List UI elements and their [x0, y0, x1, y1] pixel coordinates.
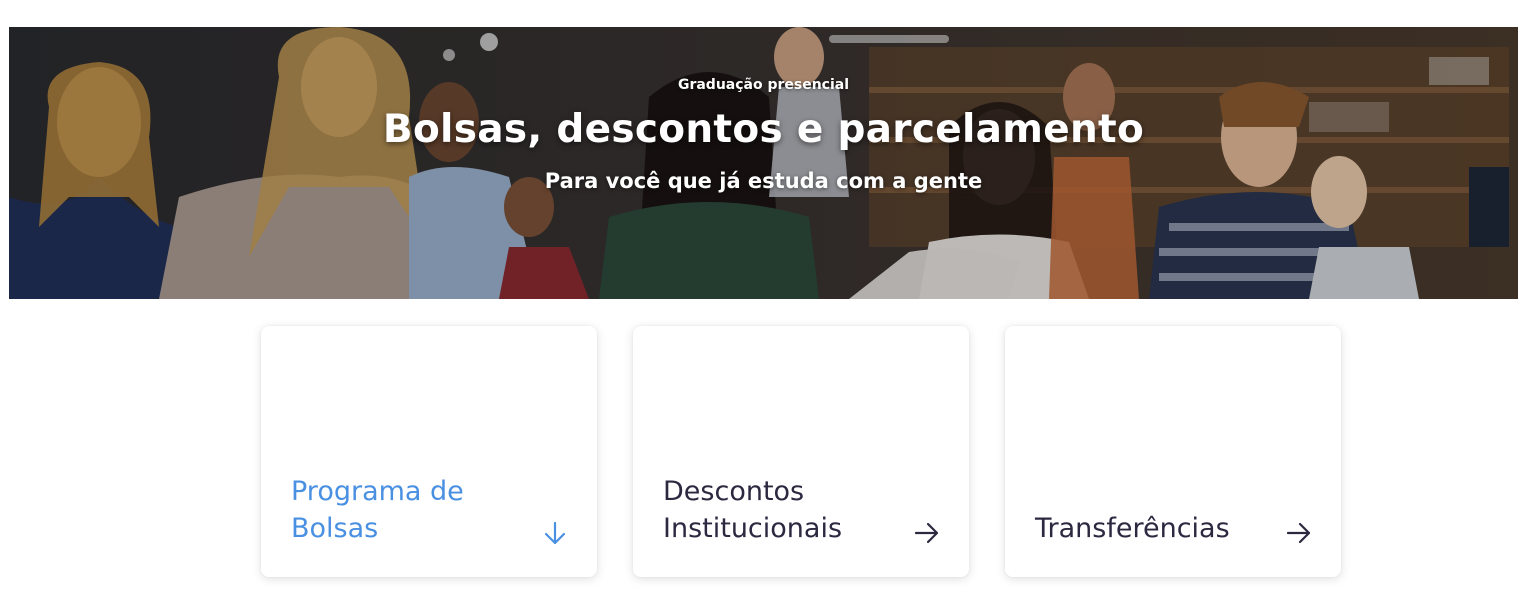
card-label: Descontos Institucionais: [663, 476, 843, 544]
card-transferencias[interactable]: Transferências: [1005, 326, 1341, 577]
arrow-right-icon: [914, 522, 939, 544]
hero-eyebrow: Graduação presencial: [677, 77, 850, 93]
hero-subtitle: Para você que já estuda com a gente: [544, 169, 983, 193]
card-label: Programa de Bolsas: [291, 476, 464, 544]
hero-overlay: [9, 27, 1518, 299]
arrow-down-icon: [544, 521, 566, 545]
page: Graduação presencial Bolsas, descontos e…: [0, 0, 1518, 614]
card-label: Transferências: [1035, 513, 1230, 544]
hero-banner: Graduação presencial Bolsas, descontos e…: [9, 27, 1518, 299]
hero-title: Bolsas, descontos e parcelamento: [382, 107, 1145, 152]
card-descontos-institucionais[interactable]: Descontos Institucionais: [633, 326, 969, 577]
card-programa-de-bolsas[interactable]: Programa de Bolsas: [261, 326, 597, 577]
arrow-right-icon: [1286, 522, 1311, 544]
